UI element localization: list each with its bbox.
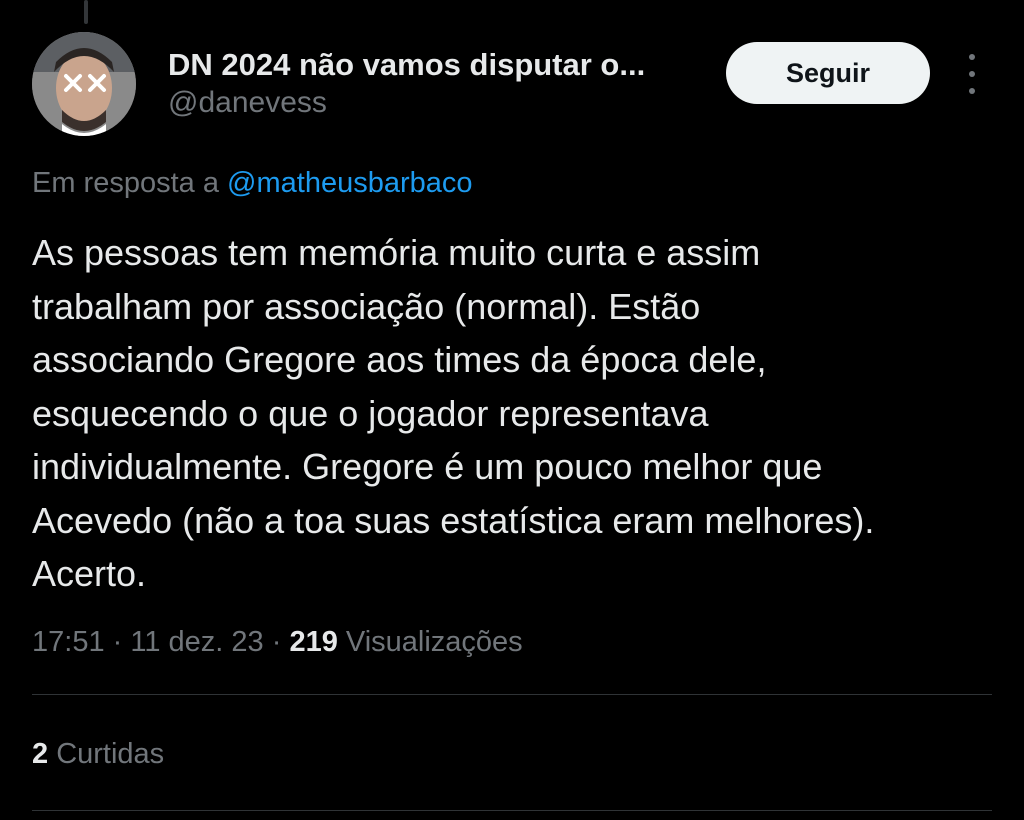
- reply-prefix: Em resposta a: [32, 167, 228, 199]
- author-names: DN 2024 não vamos disputar o... @daneves…: [168, 46, 708, 122]
- divider: [32, 694, 992, 695]
- more-vertical-icon: [969, 54, 975, 60]
- likes-label: Curtidas: [48, 738, 165, 770]
- more-options-button[interactable]: [954, 54, 990, 94]
- tweet-text: As pessoas tem memória muito curta e ass…: [32, 232, 875, 594]
- more-vertical-icon-dot: [969, 71, 975, 77]
- likes-count: 2: [32, 738, 49, 770]
- follow-button[interactable]: Seguir: [726, 42, 930, 104]
- reply-mention-link[interactable]: @matheusbarbaco: [227, 167, 472, 199]
- author-handle[interactable]: @danevess: [168, 84, 708, 122]
- thread-connector-line: [84, 0, 88, 24]
- tweet-date[interactable]: 11 dez. 23: [130, 626, 263, 658]
- views-label: Visualizações: [337, 626, 523, 658]
- divider: [32, 810, 992, 811]
- more-vertical-icon-dot: [969, 88, 975, 94]
- views-count: 219: [289, 626, 338, 658]
- author-avatar[interactable]: [32, 32, 136, 136]
- author-display-name[interactable]: DN 2024 não vamos disputar o...: [168, 46, 708, 84]
- tweet-time[interactable]: 17:51: [32, 626, 105, 658]
- avatar-image: [32, 32, 136, 136]
- tweet-metadata: 17:51 · 11 dez. 23 · 219 Visualizações: [32, 622, 523, 662]
- likes-link[interactable]: 2 Curtidas: [32, 734, 164, 774]
- tweet-header: DN 2024 não vamos disputar o... @daneves…: [32, 32, 992, 136]
- reply-context: Em resposta a @matheusbarbaco: [32, 164, 473, 202]
- meta-separator: ·: [263, 626, 290, 658]
- meta-separator: ·: [104, 626, 131, 658]
